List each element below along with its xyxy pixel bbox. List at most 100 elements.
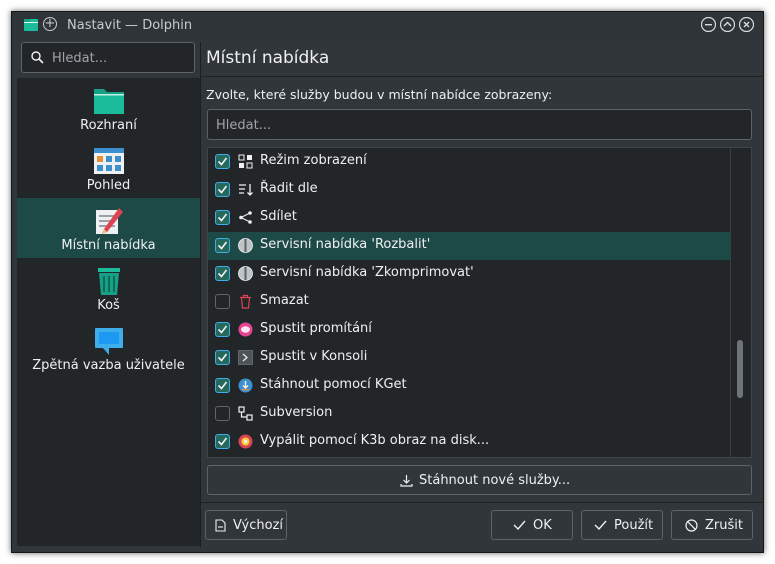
download-services-label: Stáhnout nové služby... <box>419 473 571 488</box>
defaults-button[interactable]: Výchozí <box>205 510 287 540</box>
sidebar-item-kos[interactable]: Koš <box>17 258 200 318</box>
checkbox[interactable] <box>215 406 230 421</box>
list-item[interactable]: Smazat <box>208 288 731 316</box>
services-list[interactable]: Režim zobrazení Řadit dle Sdílet Servisn… <box>207 147 752 458</box>
view-icon <box>94 148 124 174</box>
sidebar-item-pohled[interactable]: Pohled <box>17 138 200 198</box>
list-item[interactable]: Servisní nabídka 'Rozbalit' <box>208 232 731 260</box>
share-icon <box>239 211 252 224</box>
defaults-label: Výchozí <box>233 518 284 533</box>
list-item[interactable]: Sdílet <box>208 204 731 232</box>
archive-icon <box>238 238 253 253</box>
sidebar-item-label: Pohled <box>86 178 131 193</box>
sidebar-search-input[interactable] <box>52 49 192 67</box>
sidebar-nav: Rozhraní Pohled Místní nabídka Koš Zpětn… <box>17 78 200 546</box>
list-item-label: Smazat <box>260 293 309 308</box>
minimize-icon <box>701 17 716 32</box>
cancel-button[interactable]: Zrušit <box>671 510 753 540</box>
kget-icon <box>238 378 253 393</box>
check-icon <box>513 520 526 531</box>
download-icon <box>400 475 413 487</box>
list-item[interactable]: Řadit dle <box>208 176 731 204</box>
checkbox[interactable] <box>215 266 230 281</box>
sidebar-divider <box>200 42 201 547</box>
list-item-label: Stáhnout pomocí KGet <box>260 377 407 392</box>
list-item[interactable]: Režim zobrazení <box>208 148 731 176</box>
list-item-label: Servisní nabídka 'Rozbalit' <box>260 237 431 252</box>
list-item-label: Sdílet <box>260 209 297 224</box>
close-icon <box>739 17 754 32</box>
trash-icon <box>98 268 120 295</box>
services-filter[interactable] <box>207 109 752 140</box>
list-item-label: Vypálit pomocí K3b obraz na disk... <box>260 433 490 448</box>
sidebar-search[interactable] <box>21 42 195 73</box>
footer-separator <box>201 502 764 503</box>
document-revert-icon <box>215 519 226 532</box>
checkbox[interactable] <box>215 350 230 365</box>
sidebar-item-mistni-nabidka[interactable]: Místní nabídka <box>17 198 200 258</box>
search-icon <box>31 51 44 64</box>
cancel-label: Zrušit <box>705 518 743 533</box>
apply-label: Použít <box>614 518 654 533</box>
apply-button[interactable]: Použít <box>581 510 663 540</box>
list-item[interactable]: Subversion <box>208 400 731 428</box>
header-separator <box>201 76 764 77</box>
list-item-label: Spustit promítání <box>260 321 372 336</box>
maximize-icon <box>720 17 735 32</box>
cancel-icon <box>685 519 698 532</box>
list-item-label: Spustit v Konsoli <box>260 349 368 364</box>
close-button[interactable] <box>739 17 754 32</box>
page-title: Místní nabídka <box>206 48 330 68</box>
list-item[interactable]: Servisní nabídka 'Zkomprimovat' <box>208 260 731 288</box>
checkbox[interactable] <box>215 182 230 197</box>
titlebar[interactable]: + Nastavit — Dolphin <box>12 12 763 39</box>
view-mode-icon <box>238 154 253 169</box>
list-item[interactable]: Stáhnout pomocí KGet <box>208 372 731 400</box>
sidebar-item-label: Místní nabídka <box>61 238 156 253</box>
keep-above-icon[interactable]: + <box>43 17 57 31</box>
scrollbar-track[interactable] <box>730 148 751 457</box>
context-menu-icon <box>96 208 123 234</box>
check-icon <box>594 520 607 531</box>
scrollbar-thumb[interactable] <box>737 340 743 398</box>
delete-icon <box>240 294 251 309</box>
sidebar-item-label: Zpětná vazba uživatele <box>32 358 185 373</box>
maximize-button[interactable] <box>720 17 735 32</box>
ok-label: OK <box>533 518 552 533</box>
sidebar-item-label: Koš <box>97 298 120 313</box>
list-item-label: Subversion <box>260 405 333 420</box>
checkbox[interactable] <box>215 434 230 449</box>
list-item[interactable]: Vypálit pomocí K3b obraz na disk... <box>208 428 731 456</box>
list-item-label: Servisní nabídka 'Zkomprimovat' <box>260 265 474 280</box>
sort-icon <box>239 184 253 196</box>
checkbox[interactable] <box>215 210 230 225</box>
window-title: Nastavit — Dolphin <box>67 18 193 33</box>
archive-icon <box>238 266 253 281</box>
list-item-label: Režim zobrazení <box>260 153 367 168</box>
checkbox[interactable] <box>215 322 230 337</box>
checkbox[interactable] <box>215 154 230 169</box>
sidebar: Rozhraní Pohled <box>17 42 200 547</box>
slideshow-icon <box>238 322 253 337</box>
list-item[interactable]: Spustit v Konsoli <box>208 344 731 372</box>
list-item-label: Řadit dle <box>260 181 318 196</box>
services-filter-input[interactable] <box>216 116 736 134</box>
checkbox[interactable] <box>215 378 230 393</box>
sidebar-item-rozhrani[interactable]: Rozhraní <box>17 78 200 138</box>
vcs-icon <box>238 406 253 421</box>
sidebar-item-label: Rozhraní <box>80 118 137 133</box>
terminal-icon <box>238 350 253 365</box>
ok-button[interactable]: OK <box>491 510 573 540</box>
settings-window: + Nastavit — Dolphin Rozhraní <box>11 11 764 553</box>
folder-icon <box>94 89 124 114</box>
description-label: Zvolte, které služby budou v místní nabí… <box>206 87 553 102</box>
minimize-button[interactable] <box>701 17 716 32</box>
list-item[interactable]: Spustit promítání <box>208 316 731 344</box>
download-services-button[interactable]: Stáhnout nové služby... <box>207 465 752 495</box>
dolphin-app-icon <box>24 19 38 31</box>
checkbox[interactable] <box>215 238 230 253</box>
sidebar-item-zpetna-vazba[interactable]: Zpětná vazba uživatele <box>17 318 200 378</box>
feedback-icon <box>95 328 123 355</box>
checkbox[interactable] <box>215 294 230 309</box>
k3b-icon <box>238 434 253 449</box>
